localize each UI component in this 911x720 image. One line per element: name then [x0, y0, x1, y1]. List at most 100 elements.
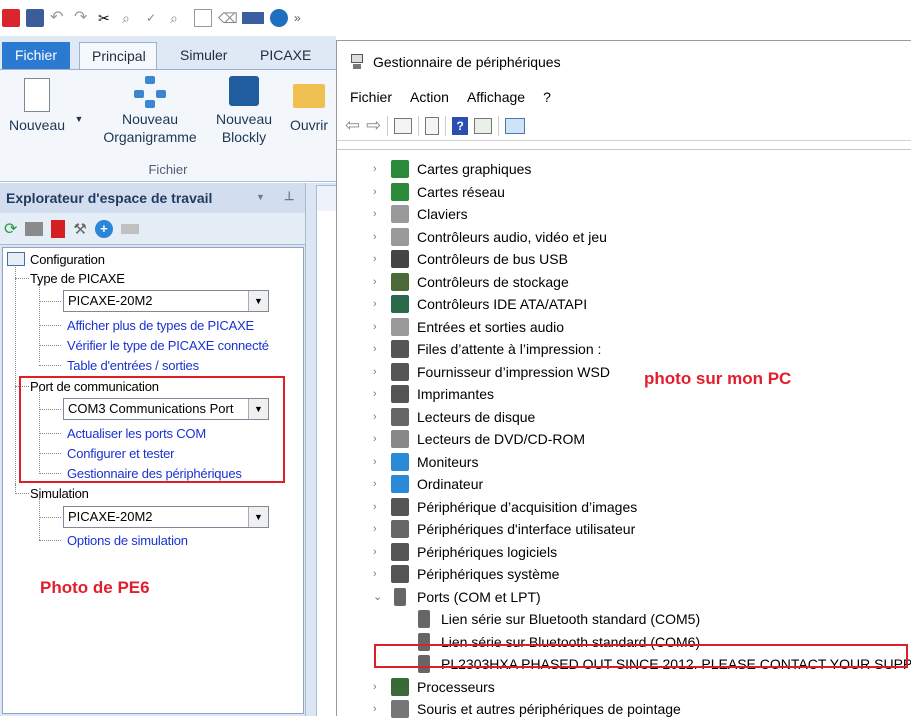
eraser-icon[interactable]: ⌫: [218, 9, 238, 27]
link-verify-type[interactable]: Vérifier le type de PICAXE connecté: [67, 338, 269, 353]
ribbon-tabs: Fichier Principal Simuler PICAXE: [0, 36, 336, 69]
chevron-right-icon[interactable]: ›: [373, 293, 383, 315]
program-icon[interactable]: [242, 12, 264, 24]
properties-icon[interactable]: [394, 117, 413, 134]
device-category[interactable]: › Périphérique d’acquisition d’images: [337, 496, 907, 518]
picaxe-type-select[interactable]: PICAXE-20M2 ▼: [63, 290, 269, 312]
speaker-icon: [391, 317, 409, 336]
spellcheck-icon[interactable]: ✓: [146, 9, 164, 27]
forward-arrow-icon[interactable]: ⇨: [366, 115, 381, 136]
device-category[interactable]: › Ordinateur: [337, 473, 907, 495]
chevron-right-icon[interactable]: ›: [373, 496, 383, 518]
chevron-right-icon[interactable]: ›: [373, 158, 383, 180]
device-category[interactable]: › Contrôleurs IDE ATA/ATAPI: [337, 293, 907, 315]
chevron-right-icon[interactable]: ›: [373, 541, 383, 563]
tab-principal[interactable]: Principal: [79, 42, 157, 69]
device-category[interactable]: › Files d’attente à l’impression :: [337, 338, 907, 360]
device-category[interactable]: › Périphériques d'interface utilisateur: [337, 518, 907, 540]
device-category[interactable]: › Cartes graphiques: [337, 158, 907, 180]
grid-icon[interactable]: [194, 9, 212, 27]
chevron-right-icon[interactable]: ›: [373, 698, 383, 720]
new-dropdown-icon[interactable]: ▼: [74, 110, 84, 128]
tab-picaxe[interactable]: PICAXE: [248, 42, 323, 69]
tree-simulation[interactable]: Simulation: [30, 486, 89, 501]
zoom-icon[interactable]: ⌕: [170, 9, 188, 27]
wrench-icon[interactable]: ⚒: [73, 220, 86, 238]
chevron-down-icon[interactable]: ⌄: [373, 586, 383, 608]
back-arrow-icon[interactable]: ⇦: [345, 115, 360, 136]
new-blockly-button[interactable]: Nouveau Blockly: [208, 76, 280, 146]
chevron-right-icon[interactable]: ›: [373, 338, 383, 360]
link-simulation-options[interactable]: Options de simulation: [67, 533, 188, 548]
device-category[interactable]: › Lecteurs de DVD/CD-ROM: [337, 428, 907, 450]
device-category[interactable]: › Périphériques logiciels: [337, 541, 907, 563]
tab-simuler[interactable]: Simuler: [168, 42, 239, 69]
chevron-right-icon[interactable]: ›: [373, 271, 383, 293]
help-icon[interactable]: ?: [452, 116, 469, 135]
cut-icon[interactable]: ✂: [98, 9, 116, 27]
device-category[interactable]: › Souris et autres périphériques de point…: [337, 698, 907, 720]
chevron-right-icon[interactable]: ›: [373, 383, 383, 405]
device-category[interactable]: › Contrôleurs de stockage: [337, 271, 907, 293]
remove-icon[interactable]: [120, 223, 139, 234]
chevron-down-icon[interactable]: ▼: [248, 291, 268, 311]
pane-menu-icon[interactable]: ▼: [256, 192, 265, 202]
redo-icon[interactable]: ↷: [74, 9, 92, 27]
run-icon[interactable]: [270, 9, 288, 27]
new-button[interactable]: Nouveau: [2, 78, 72, 134]
device-category[interactable]: › Claviers: [337, 203, 907, 225]
refresh-icon[interactable]: ⟳: [4, 219, 17, 239]
pdf-icon[interactable]: [51, 219, 66, 238]
tree-type-picaxe[interactable]: Type de PICAXE: [30, 271, 125, 286]
menu-fichier[interactable]: Fichier: [350, 89, 392, 105]
find-icon[interactable]: ⌕: [122, 9, 140, 27]
save-icon[interactable]: [26, 9, 44, 27]
chevron-right-icon[interactable]: ›: [373, 226, 383, 248]
tree-configuration[interactable]: Configuration: [30, 252, 105, 267]
menu-help[interactable]: ?: [543, 89, 551, 105]
pin-icon[interactable]: ⊥: [284, 189, 294, 203]
document-icon[interactable]: [425, 116, 440, 135]
device-category[interactable]: › Processeurs: [337, 676, 907, 698]
chevron-right-icon[interactable]: ›: [373, 451, 383, 473]
open-button[interactable]: Ouvrir: [284, 84, 334, 134]
chevron-right-icon[interactable]: ›: [373, 406, 383, 428]
device-category[interactable]: ⌄ Ports (COM et LPT): [337, 586, 907, 608]
chevron-right-icon[interactable]: ›: [373, 676, 383, 698]
device-category[interactable]: › Cartes réseau: [337, 181, 907, 203]
chevron-right-icon[interactable]: ›: [373, 361, 383, 383]
device-category[interactable]: › Fournisseur d’impression WSD: [337, 361, 907, 383]
add-icon[interactable]: +: [94, 219, 113, 238]
chevron-right-icon[interactable]: ›: [373, 316, 383, 338]
chevron-right-icon[interactable]: ›: [373, 518, 383, 540]
chevron-right-icon[interactable]: ›: [373, 248, 383, 270]
new-flowchart-button[interactable]: Nouveau Organigramme: [96, 76, 204, 146]
device-category[interactable]: › Périphériques système: [337, 563, 907, 585]
device-item[interactable]: Lien série sur Bluetooth standard (COM5): [337, 608, 907, 630]
device-category[interactable]: › Entrées et sorties audio: [337, 316, 907, 338]
chevron-right-icon[interactable]: ›: [373, 428, 383, 450]
device-category[interactable]: › Imprimantes: [337, 383, 907, 405]
print-icon[interactable]: [25, 221, 44, 236]
dvd-drive-icon: [391, 430, 409, 448]
tab-fichier[interactable]: Fichier: [2, 42, 70, 69]
link-show-more-types[interactable]: Afficher plus de types de PICAXE: [67, 318, 254, 333]
device-category[interactable]: › Lecteurs de disque: [337, 406, 907, 428]
chevron-right-icon[interactable]: ›: [373, 203, 383, 225]
chevron-right-icon[interactable]: ›: [373, 473, 383, 495]
device-category[interactable]: › Contrôleurs de bus USB: [337, 248, 907, 270]
update-driver-icon[interactable]: [474, 117, 493, 134]
simulation-type-select[interactable]: PICAXE-20M2 ▼: [63, 506, 269, 528]
menu-action[interactable]: Action: [410, 89, 449, 105]
menu-affichage[interactable]: Affichage: [467, 89, 525, 105]
chevron-down-icon[interactable]: ▼: [248, 507, 268, 527]
highlight-box-comm-port: [19, 376, 285, 483]
device-category[interactable]: › Contrôleurs audio, vidéo et jeu: [337, 226, 907, 248]
link-io-table[interactable]: Table d'entrées / sorties: [67, 358, 199, 373]
device-category[interactable]: › Moniteurs: [337, 451, 907, 473]
chevron-right-icon[interactable]: ›: [373, 563, 383, 585]
more-icon[interactable]: »: [294, 9, 312, 27]
scan-hardware-icon[interactable]: [505, 117, 526, 134]
chevron-right-icon[interactable]: ›: [373, 181, 383, 203]
undo-icon[interactable]: ↶: [50, 9, 68, 27]
